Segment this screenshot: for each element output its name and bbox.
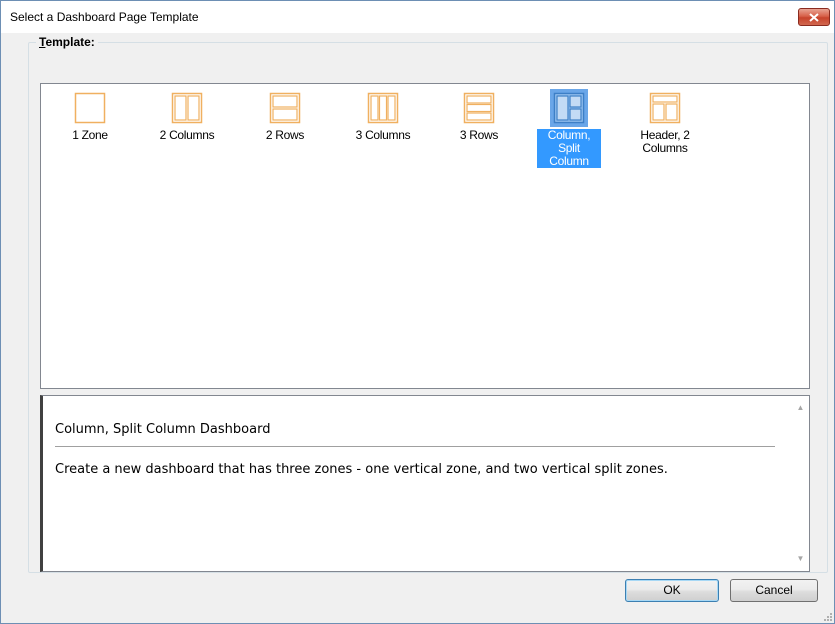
scroll-up-arrow-icon[interactable]: ▲ [796, 404, 805, 412]
description-scrollbar[interactable]: ▲ ▼ [792, 396, 809, 571]
two-rows-layout-icon [269, 92, 301, 124]
window-title: Select a Dashboard Page Template [10, 10, 199, 24]
template-item-3-rows[interactable]: 3 Rows [440, 89, 518, 142]
two-columns-layout-icon [171, 92, 203, 124]
resize-grip-icon[interactable] [823, 612, 833, 622]
three-columns-layout-icon [367, 92, 399, 124]
title-bar[interactable]: Select a Dashboard Page Template [1, 1, 834, 33]
close-button[interactable] [798, 8, 830, 26]
description-pane: Column, Split Column Dashboard Create a … [40, 395, 810, 572]
template-item-2-rows[interactable]: 2 Rows [246, 89, 324, 142]
three-rows-layout-icon [463, 92, 495, 124]
template-item-1-zone[interactable]: 1 Zone [51, 89, 129, 142]
scroll-down-arrow-icon[interactable]: ▼ [796, 555, 805, 563]
description-divider [55, 446, 775, 447]
template-label: Header, 2 Columns [640, 128, 690, 155]
template-label: 3 Rows [459, 128, 499, 142]
template-label: 1 Zone [72, 128, 108, 142]
template-list[interactable]: 1 Zone 2 Columns 2 Rows 3 Columns 3 Rows… [40, 83, 810, 389]
one-zone-layout-icon [74, 92, 106, 124]
description-title: Column, Split Column Dashboard [55, 422, 271, 437]
template-item-header-2-columns[interactable]: Header, 2 Columns [626, 89, 704, 155]
template-label: Column, Split Column [537, 129, 601, 168]
template-label: 3 Columns [355, 128, 411, 142]
close-icon [809, 12, 819, 22]
template-group-label: Template: [36, 35, 98, 49]
template-item-column-split-column[interactable]: Column, Split Column [530, 89, 608, 168]
header-two-columns-layout-icon [649, 92, 681, 124]
cancel-button[interactable]: Cancel [730, 579, 818, 602]
column-split-column-layout-icon [553, 92, 585, 124]
template-item-2-columns[interactable]: 2 Columns [148, 89, 226, 142]
ok-button[interactable]: OK [625, 579, 719, 602]
template-label: 2 Rows [265, 128, 305, 142]
description-body: Create a new dashboard that has three zo… [55, 462, 668, 477]
template-label: 2 Columns [159, 128, 215, 142]
template-item-3-columns[interactable]: 3 Columns [344, 89, 422, 142]
